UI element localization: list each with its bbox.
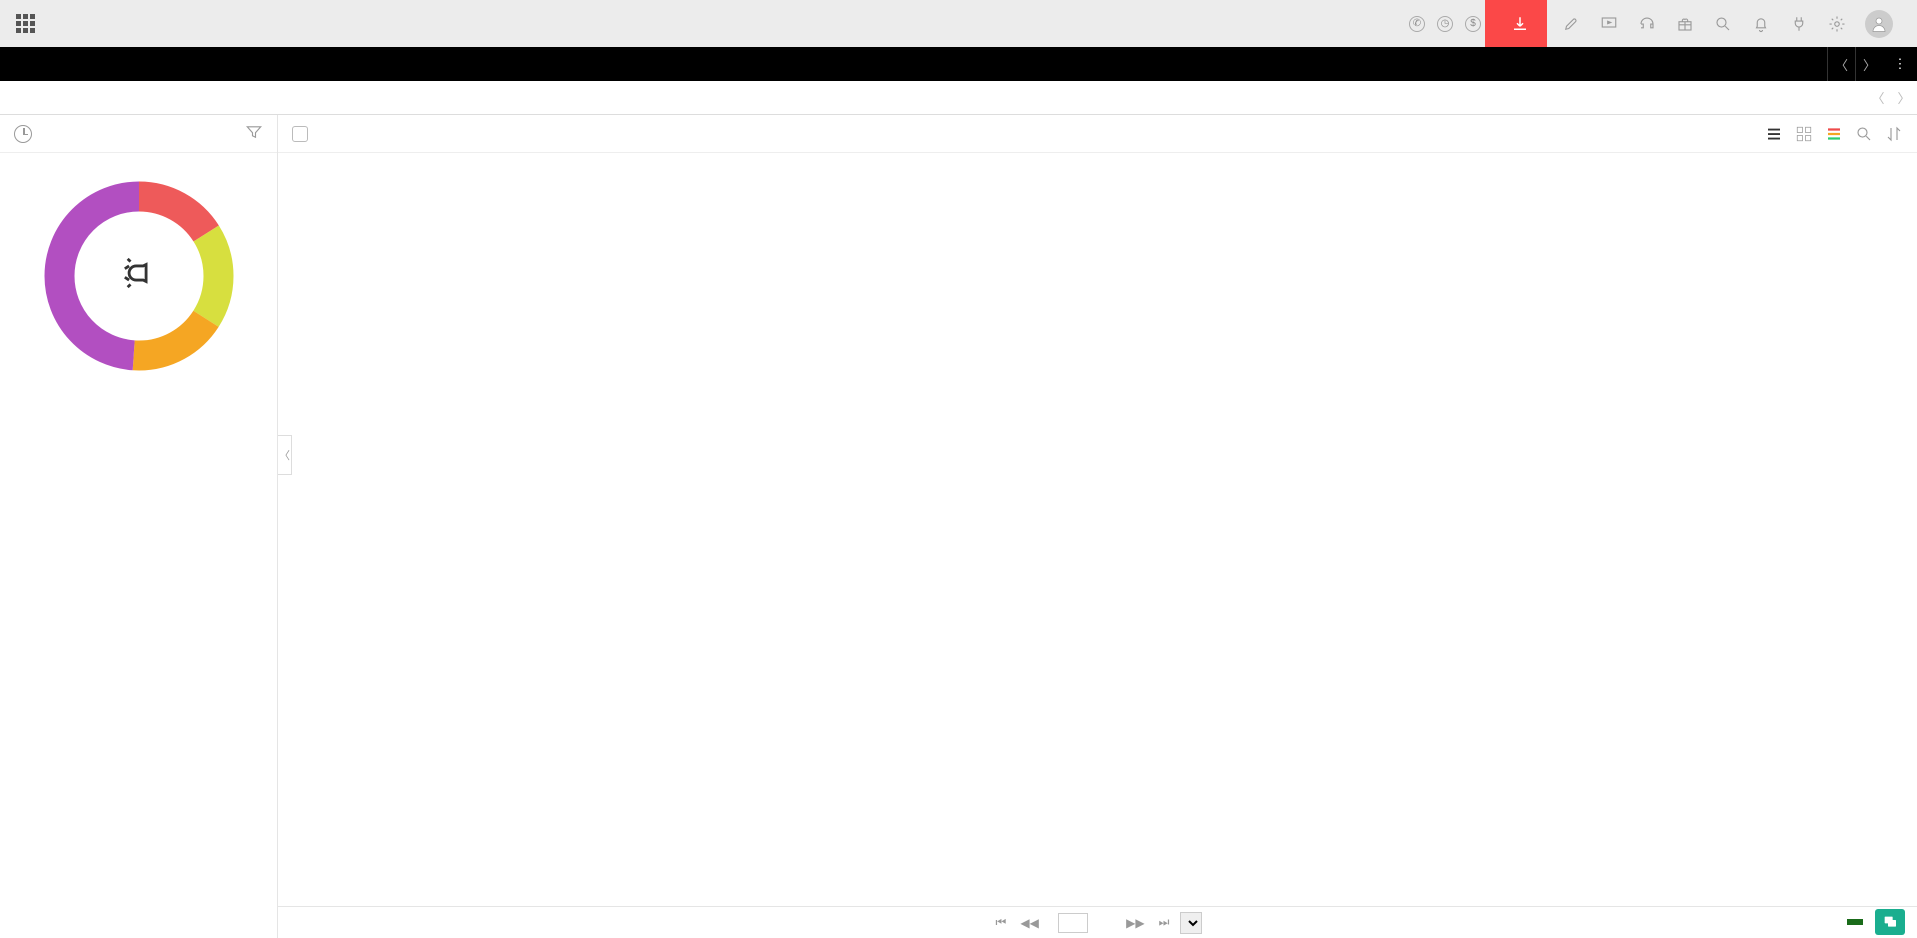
collapse-sidebar-button[interactable]: 〈 — [278, 435, 292, 475]
calendar-icon: ◷ — [1437, 16, 1453, 32]
rocket-icon[interactable] — [1561, 14, 1581, 34]
pager-perpage-select[interactable] — [1180, 912, 1202, 934]
gear-icon[interactable] — [1827, 14, 1847, 34]
view-color-list-icon[interactable] — [1825, 125, 1843, 143]
main-nav: 〈 〉 ⋮ — [0, 47, 1917, 81]
sidebar — [0, 115, 278, 938]
top-icon-bar — [1547, 10, 1907, 38]
pager-first-icon[interactable]: ⏮ — [993, 915, 1010, 930]
gift-icon[interactable] — [1675, 14, 1695, 34]
filter-icon[interactable] — [245, 123, 263, 144]
apps-grid-icon[interactable] — [16, 14, 36, 34]
phone-icon: ✆ — [1409, 16, 1425, 32]
main-panel: ⏮ ◀◀ ▶▶ ⏭ — [278, 115, 1917, 938]
select-all-checkbox[interactable] — [292, 126, 308, 142]
download-icon — [1511, 15, 1529, 33]
subnav-prev-icon[interactable]: 〈 — [1865, 88, 1891, 107]
nav-more-icon[interactable]: ⋮ — [1883, 47, 1917, 81]
dollar-icon: $ — [1465, 16, 1481, 32]
plug-icon[interactable] — [1789, 14, 1809, 34]
presentation-icon[interactable] — [1599, 14, 1619, 34]
category-list — [0, 391, 277, 938]
topbar: ✆ ◷ $ — [0, 0, 1917, 47]
nav-prev-icon[interactable]: 〈 — [1827, 47, 1855, 81]
pager: ⏮ ◀◀ ▶▶ ⏭ — [278, 906, 1917, 938]
headset-icon[interactable] — [1637, 14, 1657, 34]
pager-next-icon[interactable]: ▶▶ — [1123, 916, 1147, 930]
alarm-bell-icon — [122, 256, 156, 293]
sub-nav: 〈 〉 — [0, 81, 1917, 115]
subnav-next-icon[interactable]: 〉 — [1891, 88, 1917, 107]
search-icon[interactable] — [1713, 14, 1733, 34]
sort-icon[interactable] — [1885, 125, 1903, 143]
pager-prev-icon[interactable]: ◀◀ — [1017, 916, 1041, 930]
avatar[interactable] — [1865, 10, 1893, 38]
view-grid-icon[interactable] — [1795, 125, 1813, 143]
pager-last-icon[interactable]: ⏭ — [1156, 915, 1173, 930]
pager-page-input[interactable] — [1058, 913, 1088, 933]
alarm-rows — [278, 153, 1917, 906]
view-list-icon[interactable] — [1765, 125, 1783, 143]
search-list-icon[interactable] — [1855, 125, 1873, 143]
nav-next-icon[interactable]: 〉 — [1855, 47, 1883, 81]
footer-chat-icon[interactable] — [1875, 909, 1905, 935]
top-info: ✆ ◷ $ — [1409, 16, 1485, 32]
footer-count-badge[interactable] — [1847, 919, 1863, 925]
clock-icon[interactable] — [14, 125, 32, 143]
alarm-donut-chart — [34, 171, 244, 381]
bell-icon[interactable] — [1751, 14, 1771, 34]
download-button[interactable] — [1485, 0, 1547, 47]
